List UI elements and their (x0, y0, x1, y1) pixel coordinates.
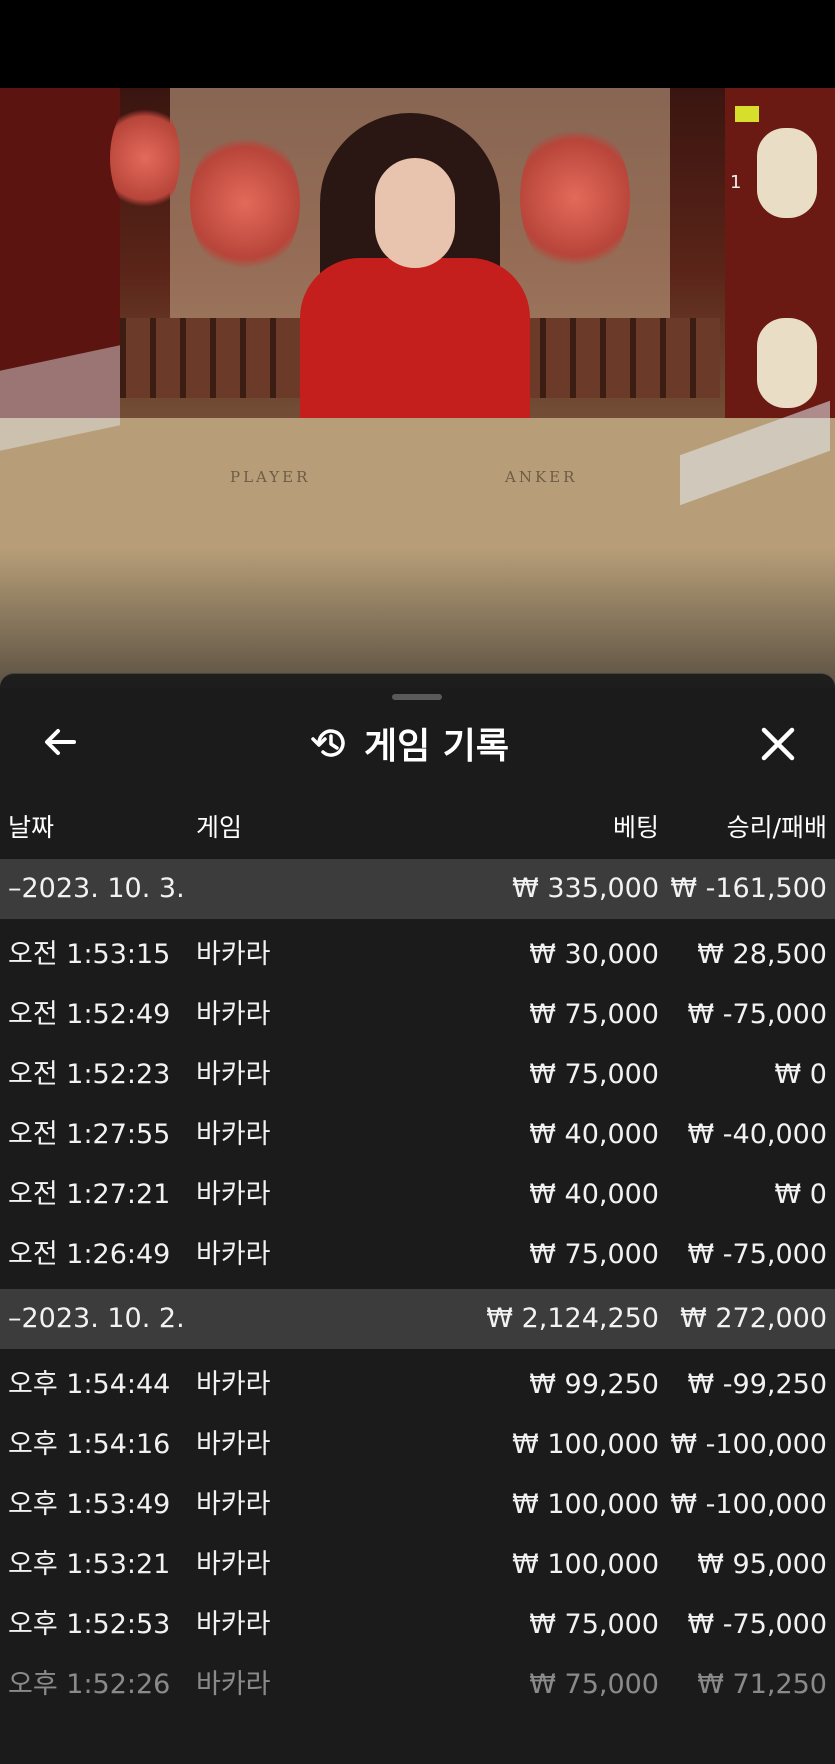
drag-handle[interactable] (392, 694, 442, 700)
row-time: 오전 1:53:15 (8, 939, 171, 970)
row-game: 바카라 (196, 1239, 271, 1270)
lantern (757, 318, 817, 408)
row-time: 오전 1:52:49 (8, 999, 171, 1030)
table-label-banker: ANKER (505, 468, 578, 486)
column-header-date[interactable]: 날짜 (8, 808, 54, 844)
column-header-bet[interactable]: 베팅 (613, 808, 659, 844)
close-button[interactable] (756, 722, 800, 766)
row-time: 오후 1:53:21 (8, 1549, 171, 1580)
row-game: 바카라 (196, 1609, 271, 1640)
row-win-loss: ₩ 0 (774, 1059, 827, 1090)
history-table: –2023. 10. 3. ₩ 335,000 ₩ -161,500 오전 1:… (0, 859, 835, 1715)
row-win-loss: ₩ -100,000 (670, 1429, 827, 1460)
table-row[interactable]: 오후 1:54:44 바카라 ₩ 99,250 ₩ -99,250 (0, 1355, 835, 1415)
row-game: 바카라 (196, 1119, 271, 1150)
lantern (757, 128, 817, 218)
group-total-bet: ₩ 2,124,250 (486, 1303, 659, 1334)
table-label-player: PLAYER (230, 468, 311, 486)
table-row[interactable]: 오전 1:52:23 바카라 ₩ 75,000 ₩ 0 (0, 1045, 835, 1105)
row-win-loss: ₩ 28,500 (697, 939, 827, 970)
table-row[interactable]: 오전 1:26:49 바카라 ₩ 75,000 ₩ -75,000 (0, 1225, 835, 1285)
status-bar (0, 0, 835, 88)
table-row[interactable]: 오후 1:52:26 바카라 ₩ 75,000 ₩ 71,250 (0, 1655, 835, 1715)
game-history-panel: 게임 기록 날짜 게임 베팅 승리/패배 –2023. 10. 3. ₩ 335… (0, 673, 835, 1764)
row-time: 오후 1:53:49 (8, 1489, 171, 1520)
group-total-win: ₩ 272,000 (680, 1303, 827, 1334)
row-win-loss: ₩ -40,000 (687, 1119, 828, 1150)
group-date: –2023. 10. 3. (8, 873, 185, 904)
history-icon (311, 729, 345, 757)
table-row[interactable]: 오전 1:53:15 바카라 ₩ 30,000 ₩ 28,500 (0, 925, 835, 985)
camera-marker (735, 106, 759, 122)
row-game: 바카라 (196, 1669, 271, 1700)
row-game: 바카라 (196, 1429, 271, 1460)
row-bet: ₩ 75,000 (529, 999, 659, 1030)
table-row[interactable]: 오전 1:52:49 바카라 ₩ 75,000 ₩ -75,000 (0, 985, 835, 1045)
group-date: –2023. 10. 2. (8, 1303, 185, 1334)
row-win-loss: ₩ -75,000 (687, 1609, 828, 1640)
row-win-loss: ₩ -100,000 (670, 1489, 827, 1520)
group-total-win: ₩ -161,500 (670, 873, 827, 904)
blossom-decoration (190, 128, 300, 278)
row-time: 오후 1:52:26 (8, 1669, 171, 1700)
row-time: 오후 1:52:53 (8, 1609, 171, 1640)
back-button[interactable] (40, 722, 80, 762)
row-bet: ₩ 30,000 (529, 939, 659, 970)
row-time: 오전 1:26:49 (8, 1239, 171, 1270)
row-bet: ₩ 40,000 (529, 1179, 659, 1210)
row-time: 오전 1:27:55 (8, 1119, 171, 1150)
column-header-win-loss[interactable]: 승리/패배 (727, 808, 827, 844)
blossom-decoration (520, 118, 630, 278)
row-game: 바카라 (196, 999, 271, 1030)
date-group-row[interactable]: –2023. 10. 2. ₩ 2,124,250 ₩ 272,000 (0, 1289, 835, 1349)
row-bet: ₩ 99,250 (529, 1369, 659, 1400)
row-win-loss: ₩ -99,250 (687, 1369, 828, 1400)
row-game: 바카라 (196, 1549, 271, 1580)
row-bet: ₩ 75,000 (529, 1059, 659, 1090)
row-win-loss: ₩ -75,000 (687, 1239, 828, 1270)
column-header-game[interactable]: 게임 (196, 808, 242, 844)
close-icon (761, 727, 795, 761)
group-total-bet: ₩ 335,000 (512, 873, 659, 904)
row-game: 바카라 (196, 1369, 271, 1400)
table-row[interactable]: 오후 1:54:16 바카라 ₩ 100,000 ₩ -100,000 (0, 1415, 835, 1475)
row-bet: ₩ 100,000 (512, 1429, 659, 1460)
row-bet: ₩ 75,000 (529, 1239, 659, 1270)
row-game: 바카라 (196, 1489, 271, 1520)
row-win-loss: ₩ 71,250 (697, 1669, 827, 1700)
live-video-feed: PLAYER ANKER 1 (0, 88, 835, 688)
panel-title-group: 게임 기록 (310, 718, 509, 768)
panel-header: 게임 기록 (0, 714, 835, 774)
arrow-left-icon (45, 729, 76, 755)
row-bet: ₩ 75,000 (529, 1669, 659, 1700)
row-time: 오후 1:54:44 (8, 1369, 171, 1400)
row-time: 오후 1:54:16 (8, 1429, 171, 1460)
row-bet: ₩ 40,000 (529, 1119, 659, 1150)
row-game: 바카라 (196, 1179, 271, 1210)
row-time: 오전 1:52:23 (8, 1059, 171, 1090)
table-row[interactable]: 오전 1:27:55 바카라 ₩ 40,000 ₩ -40,000 (0, 1105, 835, 1165)
date-group-row[interactable]: –2023. 10. 3. ₩ 335,000 ₩ -161,500 (0, 859, 835, 919)
row-time: 오전 1:27:21 (8, 1179, 171, 1210)
table-row[interactable]: 오후 1:53:49 바카라 ₩ 100,000 ₩ -100,000 (0, 1475, 835, 1535)
table-row[interactable]: 오후 1:53:21 바카라 ₩ 100,000 ₩ 95,000 (0, 1535, 835, 1595)
row-bet: ₩ 100,000 (512, 1489, 659, 1520)
blossom-decoration (110, 98, 180, 218)
row-win-loss: ₩ 0 (774, 1179, 827, 1210)
row-win-loss: ₩ -75,000 (687, 999, 828, 1030)
dealer-face (375, 158, 455, 268)
row-game: 바카라 (196, 1059, 271, 1090)
row-game: 바카라 (196, 939, 271, 970)
row-bet: ₩ 75,000 (529, 1609, 659, 1640)
page-title: 게임 기록 (364, 726, 510, 767)
table-row[interactable]: 오후 1:52:53 바카라 ₩ 75,000 ₩ -75,000 (0, 1595, 835, 1655)
video-fade (0, 548, 835, 688)
row-bet: ₩ 100,000 (512, 1549, 659, 1580)
camera-label: 1 (730, 172, 742, 193)
table-row[interactable]: 오전 1:27:21 바카라 ₩ 40,000 ₩ 0 (0, 1165, 835, 1225)
row-win-loss: ₩ 95,000 (697, 1549, 827, 1580)
